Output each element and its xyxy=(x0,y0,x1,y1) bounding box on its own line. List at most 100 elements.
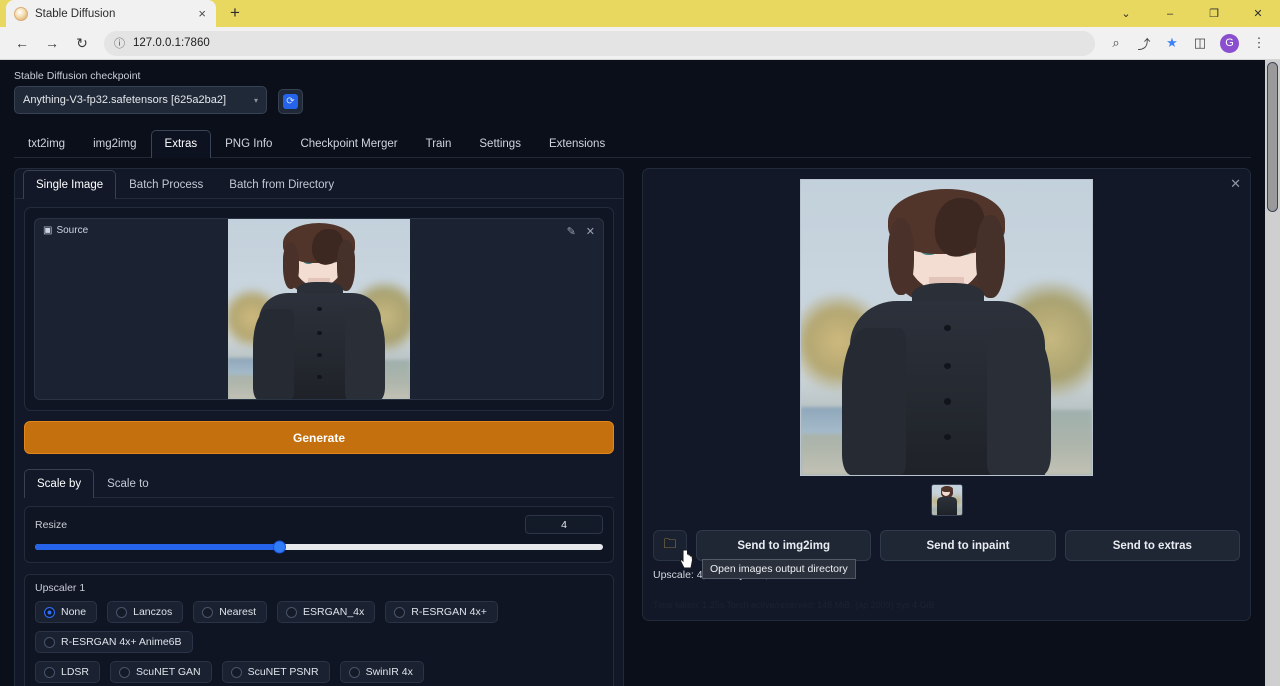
avatar[interactable]: G xyxy=(1220,34,1239,53)
tab-settings[interactable]: Settings xyxy=(465,130,535,158)
slider-handle[interactable] xyxy=(273,541,286,554)
menu-icon[interactable]: ⋮ xyxy=(1246,30,1272,56)
tab-train[interactable]: Train xyxy=(412,130,466,158)
open-output-directory-button[interactable]: 🗀 Open images output directory xyxy=(653,530,687,561)
scrollbar-thumb[interactable] xyxy=(1267,62,1278,212)
result-image-wrap xyxy=(653,179,1240,476)
address-bar[interactable]: ⓘ 127.0.0.1:7860 xyxy=(104,31,1095,56)
tab-checkpoint-merger[interactable]: Checkpoint Merger xyxy=(286,130,411,158)
close-icon[interactable]: ✕ xyxy=(1230,176,1241,192)
browser-toolbar: ← → ↻ ⓘ 127.0.0.1:7860 ⌕ ⤴ ★ ◫ G ⋮ xyxy=(0,27,1280,60)
resize-slider[interactable] xyxy=(35,544,603,550)
upscaler-1-group: Upscaler 1 None Lanczos Nearest ESRGAN_4… xyxy=(24,574,614,686)
radio-dot xyxy=(119,667,130,678)
upscaler-1-row-1: None Lanczos Nearest ESRGAN_4x R-ESRGAN … xyxy=(35,601,603,653)
checkpoint-label: Stable Diffusion checkpoint xyxy=(14,70,267,82)
radio-dot xyxy=(349,667,360,678)
radio-dot xyxy=(44,637,55,648)
chevron-down-icon[interactable]: ⌄ xyxy=(1104,0,1148,27)
tab-scale-to[interactable]: Scale to xyxy=(94,469,162,498)
radio-dot xyxy=(202,607,213,618)
tab-single-image[interactable]: Single Image xyxy=(23,170,116,199)
maximize-icon[interactable]: ❐ xyxy=(1192,0,1236,27)
upscaler-1-row-2: LDSR ScuNET GAN ScuNET PSNR SwinIR 4x xyxy=(35,661,603,683)
upscaler1-option-esrgan-4x[interactable]: ESRGAN_4x xyxy=(277,601,375,623)
sd-favicon-icon xyxy=(14,7,28,21)
address-bar-url: 127.0.0.1:7860 xyxy=(133,37,210,49)
content-columns: Single Image Batch Process Batch from Di… xyxy=(14,168,1251,686)
sidebar-icon[interactable]: ◫ xyxy=(1187,30,1213,56)
browser-tab[interactable]: Stable Diffusion × xyxy=(6,0,216,27)
browser-tab-title: Stable Diffusion xyxy=(35,8,189,20)
image-icon: ▣ xyxy=(43,225,52,236)
result-image[interactable] xyxy=(800,179,1093,476)
send-to-inpaint-button[interactable]: Send to inpaint xyxy=(880,530,1055,561)
reload-icon[interactable]: ↻ xyxy=(68,29,96,57)
source-tools: ✎ ✕ xyxy=(567,225,595,238)
browser-tab-bar: Stable Diffusion × + ⌄ – ❐ ✕ xyxy=(0,0,1280,27)
bookmark-star-icon[interactable]: ★ xyxy=(1159,30,1185,56)
checkpoint-row: Stable Diffusion checkpoint Anything-V3-… xyxy=(14,70,1251,114)
upscaler-1-title: Upscaler 1 xyxy=(35,582,603,594)
close-icon[interactable]: ✕ xyxy=(586,225,595,238)
tab-batch-process[interactable]: Batch Process xyxy=(116,170,216,199)
source-label-group: ▣ Source xyxy=(43,225,88,236)
upscaler1-option-ldsr[interactable]: LDSR xyxy=(35,661,100,683)
upscaler1-option-r-esrgan-4xplus-anime6b[interactable]: R-ESRGAN 4x+ Anime6B xyxy=(35,631,193,653)
refresh-checkpoints-button[interactable]: ⟳ xyxy=(278,89,303,114)
sd-webui-app: Stable Diffusion checkpoint Anything-V3-… xyxy=(0,60,1265,686)
upscaler1-option-r-esrgan-4xplus[interactable]: R-ESRGAN 4x+ xyxy=(385,601,498,623)
upscaler1-option-lanczos[interactable]: Lanczos xyxy=(107,601,183,623)
forward-icon[interactable]: → xyxy=(38,29,66,57)
upscaler1-option-swinir-4x[interactable]: SwinIR 4x xyxy=(340,661,424,683)
new-tab-button[interactable]: + xyxy=(222,0,248,26)
resize-label: Resize xyxy=(35,519,67,531)
scale-tab-bar: Scale by Scale to xyxy=(24,468,614,498)
share-icon[interactable]: ⤴ xyxy=(1131,30,1157,56)
back-icon[interactable]: ← xyxy=(8,29,36,57)
page-scrollbar[interactable]: ▲ xyxy=(1265,60,1280,686)
tab-img2img[interactable]: img2img xyxy=(79,130,150,158)
upscaler1-option-none[interactable]: None xyxy=(35,601,97,623)
slider-fill xyxy=(35,544,279,550)
send-to-img2img-button[interactable]: Send to img2img xyxy=(696,530,871,561)
generate-button[interactable]: Generate xyxy=(24,421,614,454)
tab-extras[interactable]: Extras xyxy=(151,130,212,158)
radio-dot xyxy=(286,607,297,618)
upscaler1-option-nearest[interactable]: Nearest xyxy=(193,601,267,623)
extras-panel: Single Image Batch Process Batch from Di… xyxy=(14,168,624,686)
send-to-extras-button[interactable]: Send to extras xyxy=(1065,530,1240,561)
tab-batch-from-directory[interactable]: Batch from Directory xyxy=(216,170,347,199)
upscaler1-option-scunet-psnr[interactable]: ScuNET PSNR xyxy=(222,661,330,683)
refresh-icon: ⟳ xyxy=(283,94,298,109)
window-controls: ⌄ – ❐ ✕ xyxy=(1104,0,1280,27)
resize-value-input[interactable]: 4 xyxy=(525,515,603,534)
tab-png-info[interactable]: PNG Info xyxy=(211,130,286,158)
thumbnail-strip xyxy=(653,484,1240,516)
edit-icon[interactable]: ✎ xyxy=(567,225,576,238)
left-column: Single Image Batch Process Batch from Di… xyxy=(14,168,624,686)
source-card: ▣ Source ✎ ✕ xyxy=(24,207,614,411)
extras-sub-tabs: Single Image Batch Process Batch from Di… xyxy=(15,169,623,199)
source-image[interactable] xyxy=(228,218,410,400)
tab-extensions[interactable]: Extensions xyxy=(535,130,619,158)
search-icon[interactable]: ⌕ xyxy=(1103,30,1129,56)
resize-card: Resize 4 xyxy=(24,506,614,563)
folder-icon: 🗀 xyxy=(663,535,676,557)
close-icon[interactable]: × xyxy=(196,7,208,20)
site-info-icon[interactable]: ⓘ xyxy=(114,35,125,51)
result-thumbnail[interactable] xyxy=(931,484,963,516)
upscaler1-option-scunet-gan[interactable]: ScuNET GAN xyxy=(110,661,212,683)
source-image-dropzone[interactable]: ▣ Source ✎ ✕ xyxy=(34,218,604,400)
main-tab-bar: txt2img img2img Extras PNG Info Checkpoi… xyxy=(14,129,1251,158)
result-panel: ✕ xyxy=(642,168,1251,621)
radio-dot xyxy=(394,607,405,618)
checkpoint-dropdown[interactable]: Anything-V3-fp32.safetensors [625a2ba2] … xyxy=(14,86,267,114)
right-column: ✕ xyxy=(642,168,1251,686)
tooltip: Open images output directory xyxy=(702,559,856,579)
tab-txt2img[interactable]: txt2img xyxy=(14,130,79,158)
source-label: Source xyxy=(56,225,88,236)
tab-scale-by[interactable]: Scale by xyxy=(24,469,94,498)
minimize-icon[interactable]: – xyxy=(1148,0,1192,27)
close-icon[interactable]: ✕ xyxy=(1236,0,1280,27)
